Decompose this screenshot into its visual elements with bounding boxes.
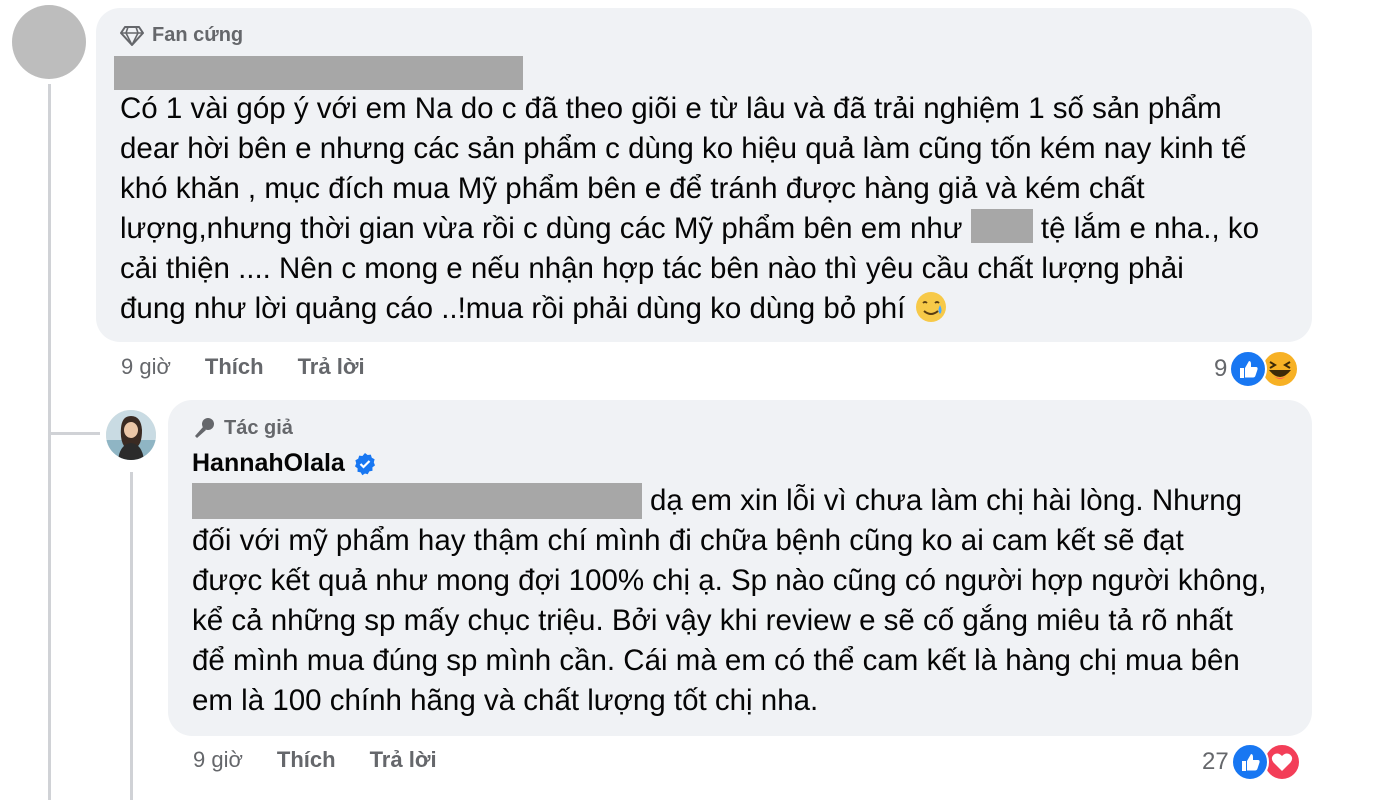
comment-line: dear hời bên e nhưng các sản phẩm c dùng… xyxy=(120,132,1247,165)
profile-photo xyxy=(106,410,156,460)
comment-line: đung như lời quảng cáo ..!mua rồi phải d… xyxy=(120,289,948,329)
like-icon xyxy=(1230,743,1269,781)
comment-line: khó khăn , mục đích mua Mỹ phẩm bên e để… xyxy=(120,172,1145,205)
verified-icon xyxy=(354,452,375,475)
comment-line: đối với mỹ phẩm hay thậm chí mình đi chữ… xyxy=(192,524,1184,557)
comment-line-part: lượng,nhưng thời gian vừa rồi c dùng các… xyxy=(120,212,971,245)
comment-line: được kết quả như mong đợi 100% chị ạ. Sp… xyxy=(192,564,1267,597)
like-button[interactable]: Thích xyxy=(277,747,336,773)
badge-label: Tác giả xyxy=(224,416,293,439)
redacted-product xyxy=(970,209,1033,243)
avatar[interactable] xyxy=(106,410,156,460)
fan-badge: Fan cứng xyxy=(120,24,243,47)
redacted-name xyxy=(114,56,523,90)
comment-line-part: đung như lời quảng cáo ..!mua rồi phải d… xyxy=(120,292,914,325)
reply-button[interactable]: Trả lời xyxy=(370,747,437,773)
comment-line: lượng,nhưng thời gian vừa rồi c dùng các… xyxy=(120,209,1259,249)
comment-line: Có 1 vài góp ý với em Na do c đã theo gi… xyxy=(120,92,1222,125)
like-button[interactable]: Thích xyxy=(205,354,264,380)
reaction-summary[interactable]: 9 xyxy=(1214,350,1300,388)
diamond-icon xyxy=(120,25,144,46)
badge-label: Fan cứng xyxy=(152,24,244,46)
microphone-icon xyxy=(195,418,214,438)
comment-actions: 9 giờ Thích Trả lời xyxy=(193,747,471,773)
comment-line: cải thiện .... Nên c mong e nếu nhận hợp… xyxy=(120,252,1184,285)
author-badge: Tác giả xyxy=(192,416,293,440)
reaction-count: 27 xyxy=(1202,748,1229,775)
thread-line-main xyxy=(48,84,51,800)
thread-line-branch xyxy=(48,432,100,435)
comment-line: em là 100 chính hãng và chất lượng tốt c… xyxy=(192,684,819,717)
comment-line: dạ em xin lỗi vì chưa làm chị hài lòng. … xyxy=(650,484,1243,517)
thread-line-reply xyxy=(130,472,133,800)
timestamp[interactable]: 9 giờ xyxy=(193,747,243,773)
reaction-summary[interactable]: 27 xyxy=(1202,743,1301,781)
comment-actions: 9 giờ Thích Trả lời xyxy=(121,354,399,380)
author-name[interactable]: HannahOlala xyxy=(192,449,377,478)
comment-line-part: tệ lắm e nha., ko xyxy=(1032,212,1260,245)
reaction-count: 9 xyxy=(1214,355,1228,382)
comment-line: để mình mua đúng sp mình cần. Cái mà em … xyxy=(192,644,1240,677)
redacted-name xyxy=(192,483,642,519)
author-name-text: HannahOlala xyxy=(192,449,345,477)
avatar[interactable] xyxy=(12,5,86,79)
tear-smile-emoji-icon xyxy=(915,292,946,322)
reply-button[interactable]: Trả lời xyxy=(298,354,365,380)
comment-line: kể cả những sp mấy chục triệu. Bởi vậy k… xyxy=(192,604,1233,637)
timestamp[interactable]: 9 giờ xyxy=(121,354,171,380)
like-icon xyxy=(1229,350,1268,388)
